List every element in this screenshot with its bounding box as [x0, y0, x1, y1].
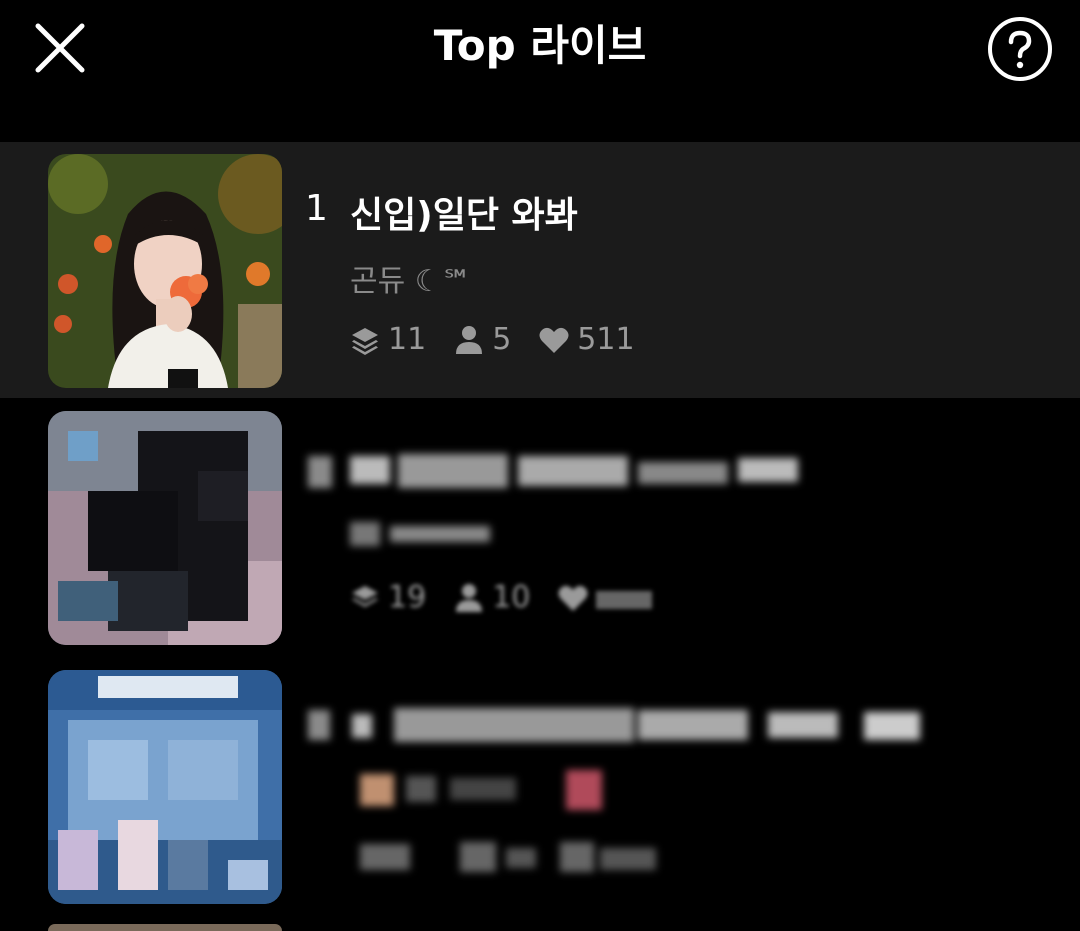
top-bar: Top 라이브: [0, 0, 1080, 140]
live-stats: [360, 840, 670, 878]
layers-icon: [352, 585, 378, 607]
viewers-stat: 10: [454, 580, 530, 615]
layers-count: 11: [388, 322, 427, 357]
help-circle-icon: [988, 17, 1052, 81]
live-thumbnail: [48, 924, 282, 931]
heart-icon: [558, 585, 588, 611]
likes-count: 511: [577, 322, 635, 357]
live-stats: 11 5 511: [350, 322, 663, 357]
likes-stat: [558, 584, 660, 612]
live-thumbnail: [48, 670, 282, 904]
person-icon: [456, 583, 483, 612]
viewers-stat: 5: [454, 322, 511, 357]
viewers-count: 5: [492, 322, 512, 357]
list-item[interactable]: [0, 658, 1080, 914]
person-icon: [456, 325, 483, 354]
live-title: [308, 452, 808, 496]
host-name: [360, 770, 620, 814]
layers-stat: 19: [350, 580, 426, 615]
rank-number: 1: [305, 188, 328, 229]
live-thumbnail: [48, 411, 282, 645]
live-title: 신입)일단 와봐: [350, 195, 578, 236]
heart-icon: [539, 327, 569, 353]
list-item[interactable]: 19 10: [0, 400, 1080, 656]
live-title: [308, 706, 928, 750]
viewers-count: 10: [492, 580, 531, 615]
list-item[interactable]: [0, 924, 1080, 931]
list-item[interactable]: 1 신입)일단 와봐 곤듀 ☾℠ 11 5 511: [0, 142, 1080, 398]
layers-icon: [352, 327, 378, 355]
live-thumbnail: [48, 154, 282, 388]
layers-count: 19: [388, 580, 427, 615]
likes-stat: 511: [539, 322, 635, 357]
help-button[interactable]: [986, 15, 1054, 83]
layers-stat: 11: [350, 322, 426, 357]
host-name: [350, 518, 510, 552]
live-stats: 19 10: [350, 580, 688, 615]
page-title: Top 라이브: [433, 21, 647, 70]
host-name: 곤듀 ☾℠: [350, 264, 473, 299]
